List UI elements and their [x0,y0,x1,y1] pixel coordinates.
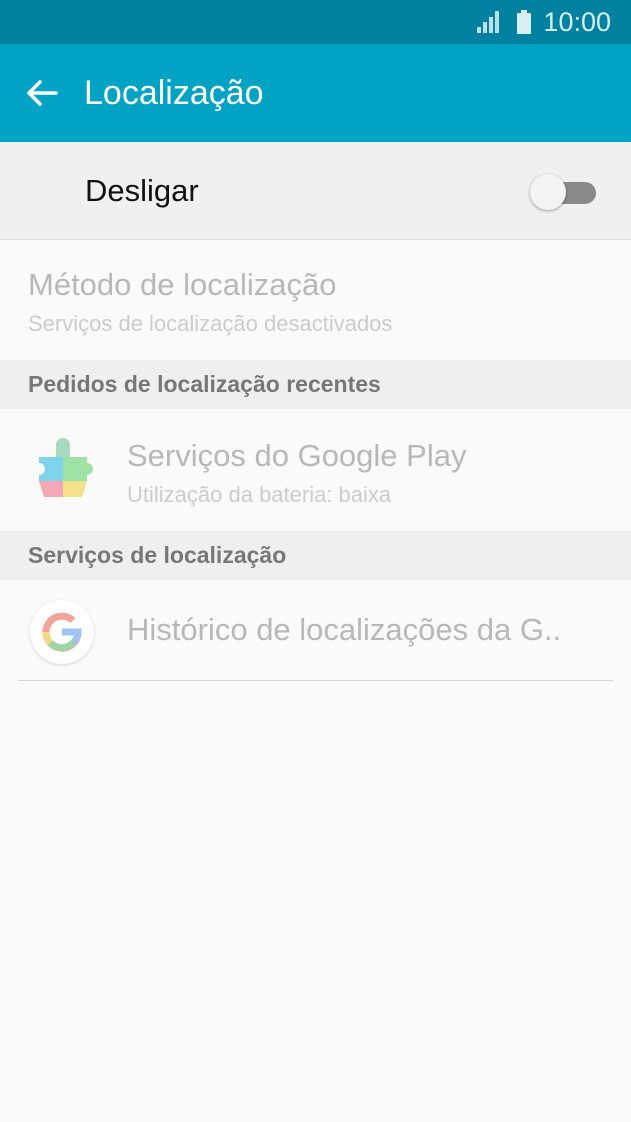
google-play-services-subtitle: Utilização da bateria: baixa [127,482,392,507]
section-header-location-services: Serviços de localização [0,531,631,580]
page-title: Localização [84,73,264,112]
google-play-services-icon [33,438,93,497]
google-icon [30,600,94,664]
list-item-google-play-services[interactable]: Serviços do Google Play Utilização da ba… [0,409,631,531]
google-play-services-title: Serviços do Google Play [127,438,467,473]
section-header-label: Pedidos de localização recentes [28,371,381,397]
arrow-back-icon [27,80,58,106]
status-bar: 10:00 [0,0,631,44]
section-header-recent-requests: Pedidos de localização recentes [0,360,631,409]
signal-icon [477,11,500,33]
location-method-subtitle: Serviços de localização desactivados [28,311,393,336]
list-divider [18,680,613,681]
location-method-item[interactable]: Método de localização Serviços de locali… [0,241,631,360]
list-item-google-location-history[interactable]: Histórico de localizações da G.. [0,580,631,681]
app-bar: Localização [0,44,631,142]
location-master-switch-row[interactable]: Desligar [0,142,631,240]
location-toggle-switch[interactable] [530,174,598,210]
battery-icon [517,10,532,34]
master-switch-label: Desligar [85,172,199,208]
location-method-title: Método de localização [28,267,337,302]
location-history-title: Histórico de localizações da G.. [127,612,562,647]
back-button[interactable] [22,73,62,113]
toggle-thumb [530,174,566,210]
status-time: 10:00 [543,6,611,37]
section-header-label: Serviços de localização [28,542,287,568]
